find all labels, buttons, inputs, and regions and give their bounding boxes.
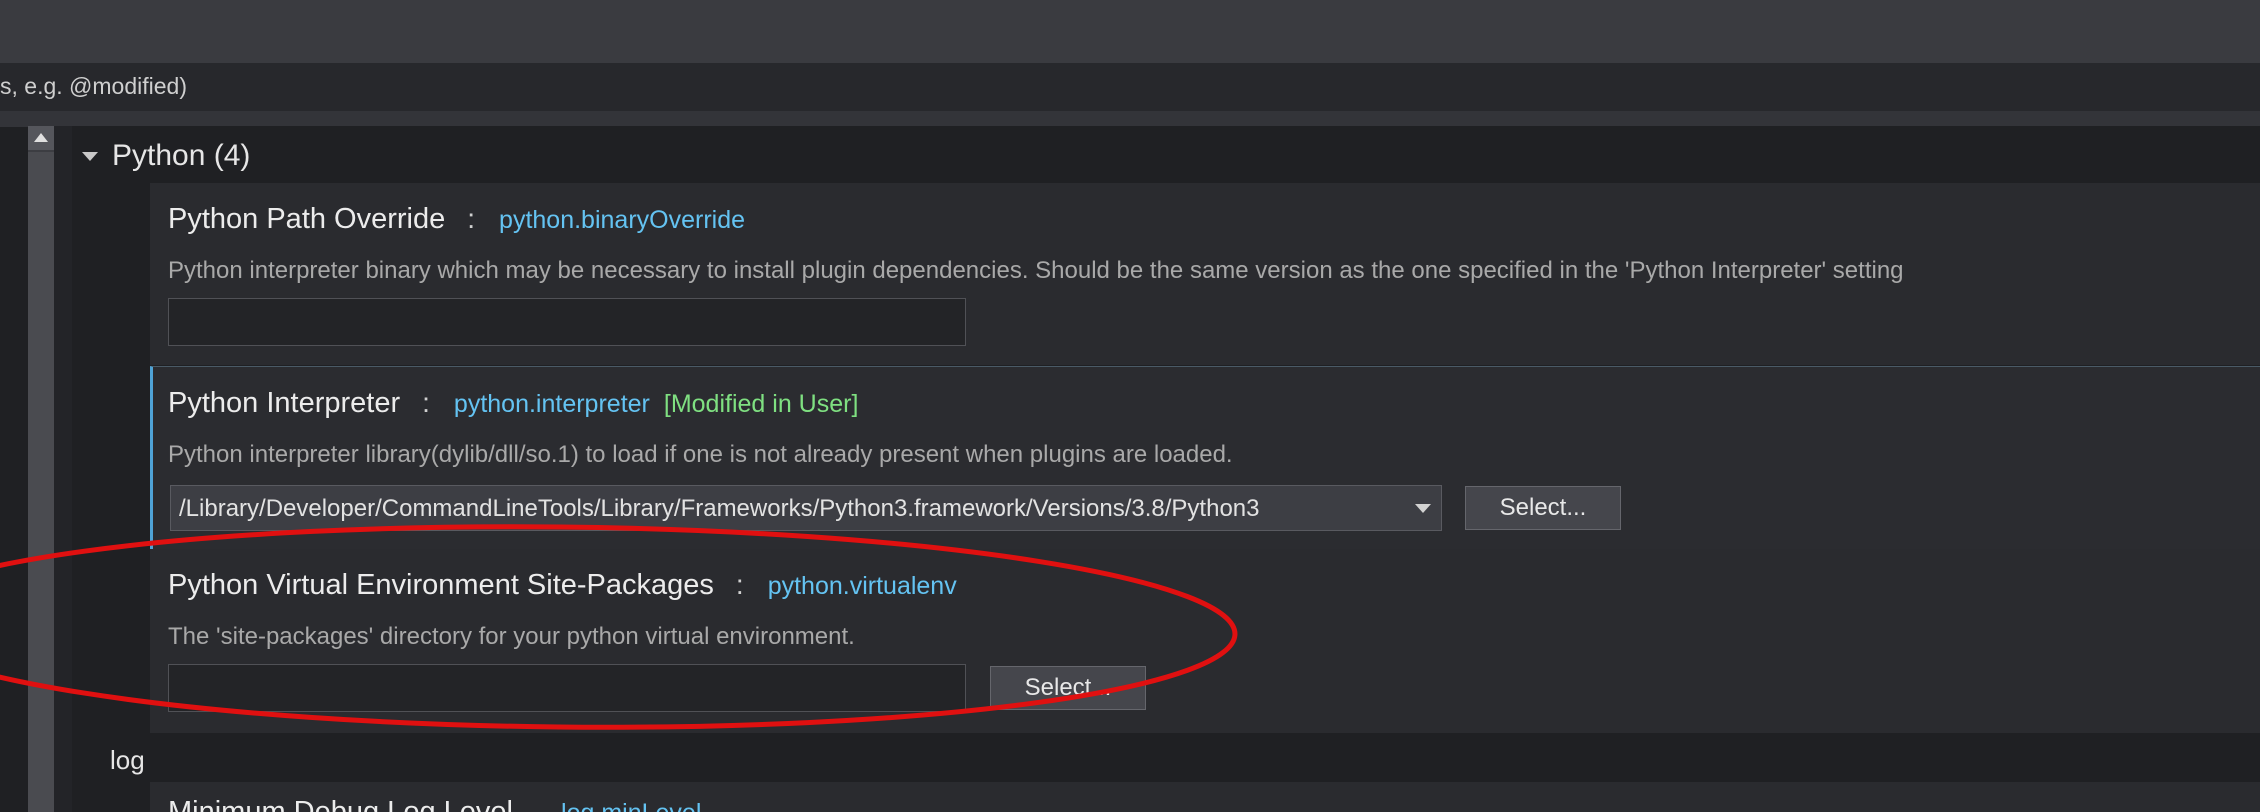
highlight-ellipse [0,524,1238,730]
